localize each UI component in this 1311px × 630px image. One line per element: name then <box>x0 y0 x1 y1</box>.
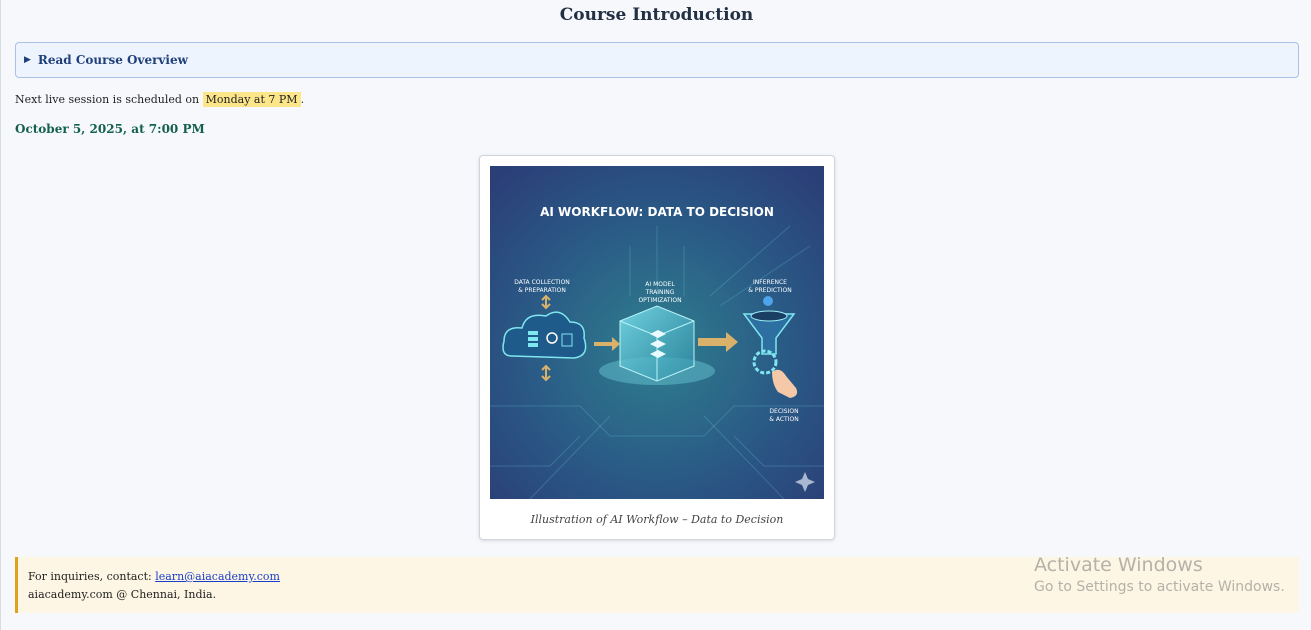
watermark-subtitle: Go to Settings to activate Windows. <box>1034 579 1285 595</box>
stage4-line1: DECISION <box>769 408 798 415</box>
stage3-line1: INFERENCE <box>753 279 787 286</box>
contact-email-link[interactable]: learn@aiacademy.com <box>155 570 280 583</box>
cube-core <box>650 330 666 358</box>
activation-watermark: Activate Windows Go to Settings to activ… <box>1034 553 1285 597</box>
contact-prefix: For inquiries, contact: <box>28 570 156 583</box>
art-title: AI WORKFLOW: DATA TO DECISION <box>540 205 774 219</box>
disclosure-triangle-icon: ▶ <box>24 55 31 65</box>
watermark-title: Activate Windows <box>1034 554 1203 576</box>
page-title: Course Introduction <box>559 5 754 25</box>
check-icon <box>763 296 773 306</box>
stage1-line2: & PREPARATION <box>518 287 566 294</box>
figure-caption: Illustration of AI Workflow – Data to De… <box>530 513 784 526</box>
stage1-line1: DATA COLLECTION <box>514 279 570 286</box>
course-overview-label: Read Course Overview <box>37 53 188 67</box>
session-date: October 5, 2025, at 7:00 PM <box>15 122 205 136</box>
workflow-illustration: AI WORKFLOW: DATA TO DECISION DATA COLLE… <box>490 166 824 499</box>
session-prefix: Next live session is scheduled on <box>15 93 200 106</box>
session-suffix: . <box>300 93 305 106</box>
workflow-figure: AI WORKFLOW: DATA TO DECISION DATA COLLE… <box>479 155 835 540</box>
session-notice: Next live session is scheduled on Monday… <box>15 92 305 107</box>
stage2-line2: TRAINING <box>645 289 675 296</box>
stage3-line2: & PREDICTION <box>748 287 791 294</box>
session-highlight: Monday at 7 PM <box>202 92 301 107</box>
stage4-line2: & ACTION <box>769 416 798 423</box>
stage2-line3: OPTIMIZATION <box>638 297 681 304</box>
course-overview-toggle[interactable]: ▶ Read Course Overview <box>15 42 1299 78</box>
stage2-line1: AI MODEL <box>645 281 675 288</box>
